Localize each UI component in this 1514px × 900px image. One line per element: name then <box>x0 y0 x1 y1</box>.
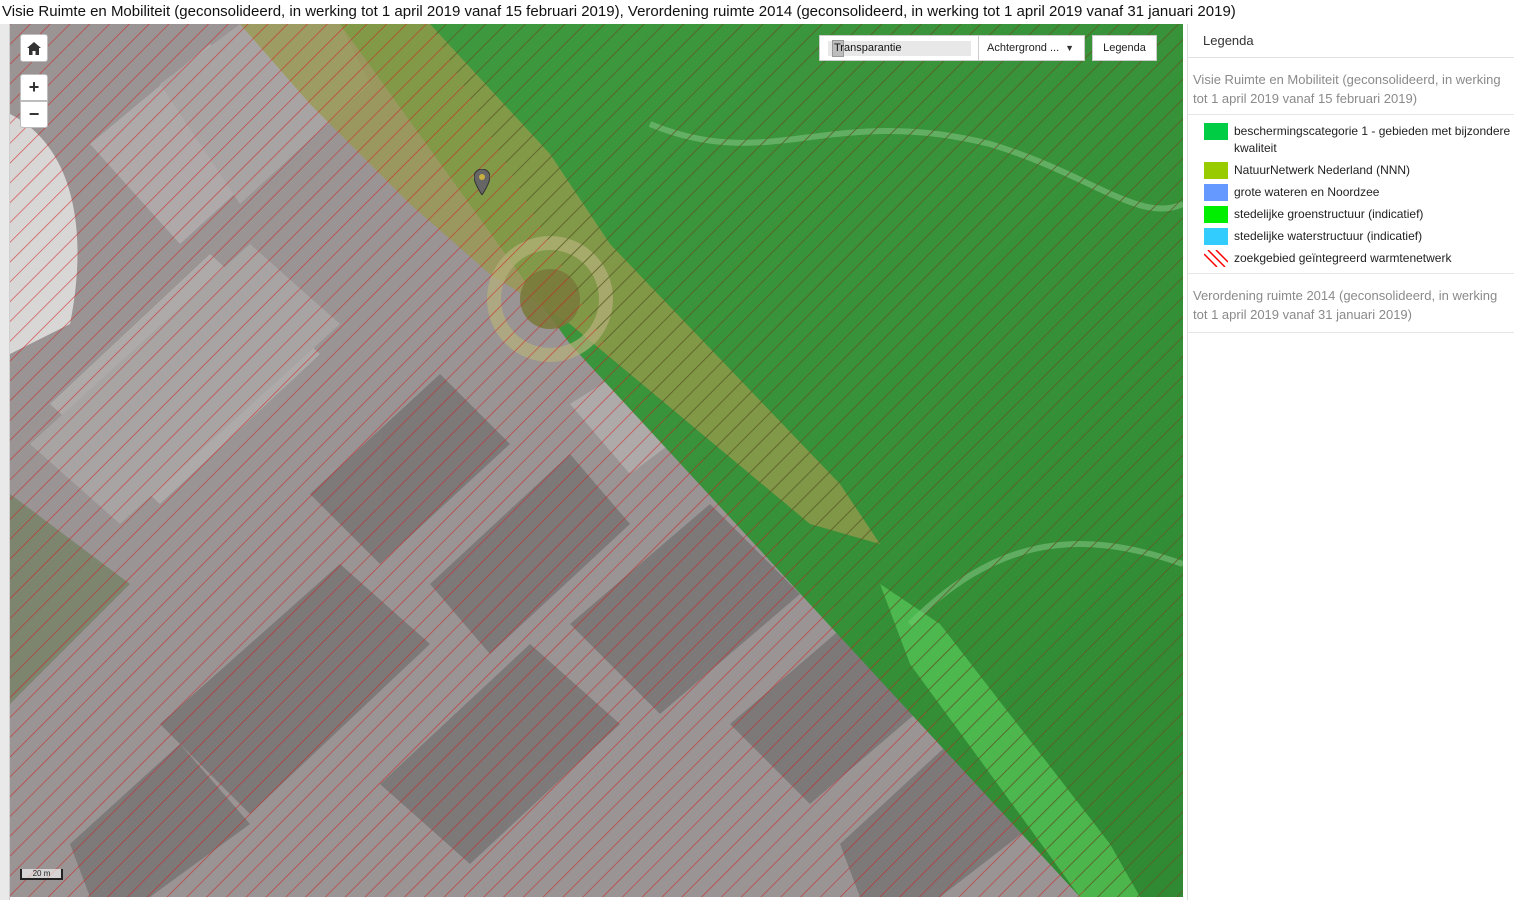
scale-bar: 20 m <box>20 869 63 880</box>
page-title: Visie Ruimte en Mobiliteit (geconsolidee… <box>2 3 1236 20</box>
legend-items: beschermingscategorie 1 - gebieden met b… <box>1188 114 1514 267</box>
map-toolbar: Transparantie Achtergrond ... ▼ Legenda <box>819 35 1157 62</box>
legend-button-label: Legenda <box>1103 42 1146 54</box>
home-icon <box>27 41 41 55</box>
legend-item-label: zoekgebied geïntegreerd warmtenetwerk <box>1234 251 1452 265</box>
legend-swatch <box>1204 162 1228 179</box>
map-viewport[interactable]: + − Transparantie Achtergrond ... ▼ Lege… <box>10 24 1183 897</box>
legend-item-label: NatuurNetwerk Nederland (NNN) <box>1234 163 1411 177</box>
legend-item: NatuurNetwerk Nederland (NNN) <box>1204 162 1514 179</box>
home-button[interactable] <box>20 34 48 62</box>
transparency-label: Transparantie <box>834 42 902 54</box>
zoom-out-button[interactable]: − <box>20 101 48 128</box>
transparency-slider[interactable]: Transparantie <box>819 35 979 61</box>
background-dropdown-label: Achtergrond ... <box>987 42 1060 54</box>
zoom-in-button[interactable]: + <box>20 74 48 101</box>
legend-button[interactable]: Legenda <box>1092 35 1157 61</box>
legend-swatch <box>1204 206 1228 223</box>
legend-item-label: beschermingscategorie 1 - gebieden met b… <box>1234 124 1511 155</box>
legend-item: zoekgebied geïntegreerd warmtenetwerk <box>1204 250 1514 267</box>
legend-item-label: grote wateren en Noordzee <box>1234 185 1380 199</box>
legend-header: Legenda <box>1188 24 1514 58</box>
left-collapse-strip[interactable] <box>0 24 10 900</box>
legend-swatch <box>1204 184 1228 201</box>
hatch-swatch-icon <box>1204 250 1228 267</box>
legend-swatch <box>1204 123 1228 140</box>
legend-item: stedelijke waterstructuur (indicatief) <box>1204 228 1514 245</box>
legend-item: grote wateren en Noordzee <box>1204 184 1514 201</box>
scale-label: 20 m <box>32 869 51 878</box>
legend-item: stedelijke groenstructuur (indicatief) <box>1204 206 1514 223</box>
caret-down-icon: ▼ <box>1065 43 1075 53</box>
background-dropdown[interactable]: Achtergrond ... ▼ <box>979 35 1085 61</box>
legend-item-label: stedelijke groenstructuur (indicatief) <box>1234 207 1424 221</box>
legend-item: beschermingscategorie 1 - gebieden met b… <box>1204 123 1514 157</box>
aerial-map-image <box>10 24 1183 897</box>
legend-panel: Legenda Visie Ruimte en Mobiliteit (geco… <box>1187 24 1514 900</box>
legend-section-title: Visie Ruimte en Mobiliteit (geconsolidee… <box>1193 72 1501 106</box>
location-marker-icon[interactable] <box>474 169 490 195</box>
legend-item-label: stedelijke waterstructuur (indicatief) <box>1234 229 1423 243</box>
legend-swatch <box>1204 228 1228 245</box>
legend-section-title: Verordening ruimte 2014 (geconsolideerd,… <box>1188 274 1514 333</box>
